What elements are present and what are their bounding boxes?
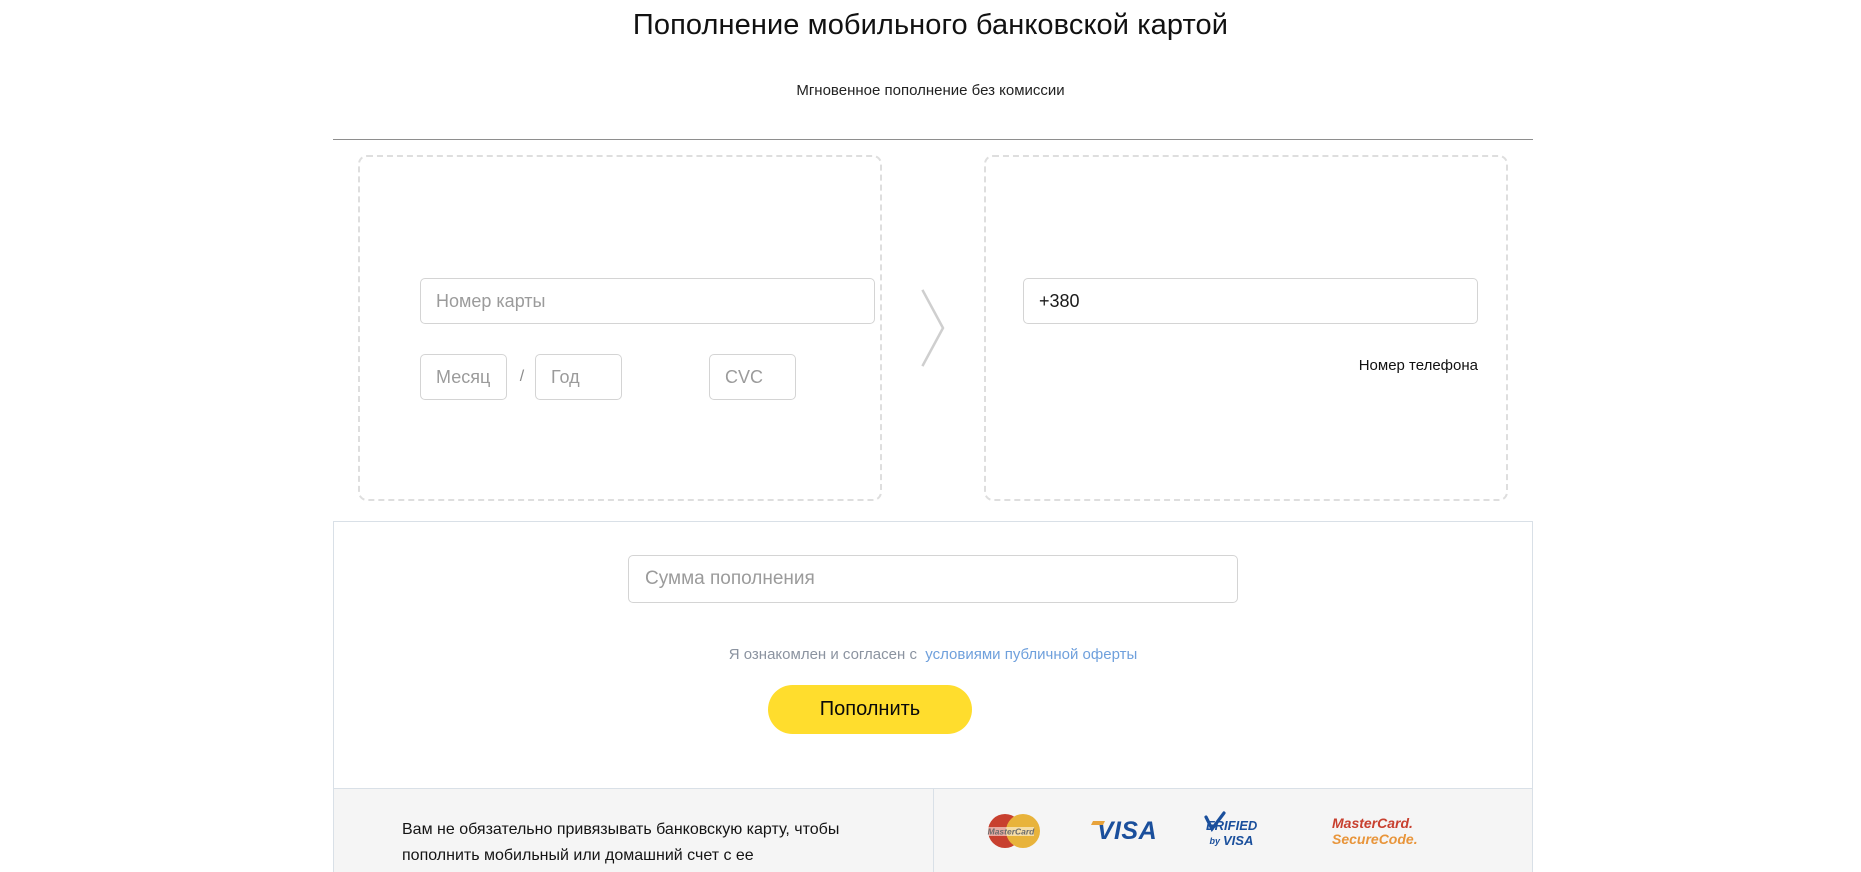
expiry-separator: /	[519, 368, 525, 385]
svg-text:MasterCard: MasterCard	[988, 827, 1036, 837]
footer-note-text: Вам не обязательно привязывать банковску…	[402, 821, 840, 864]
mastercard-logo: MasterCard	[980, 811, 1046, 851]
phone-number-input[interactable]	[1023, 278, 1478, 324]
verified-by-visa-logo: ERIFIED by VISA	[1198, 811, 1298, 851]
phone-field-caption: Номер телефона	[1358, 357, 1478, 374]
page-subtitle: Мгновенное пополнение без комиссии	[796, 82, 1065, 99]
payment-logos: MasterCard VISA ERIFIED by VISA MasterCa…	[935, 789, 1532, 872]
card-number-input[interactable]	[420, 278, 875, 324]
card-details-panel: /	[358, 155, 882, 501]
public-offer-link[interactable]: условиями публичной оферты	[925, 646, 1137, 663]
payment-page: Пополнение мобильного банковской картой …	[0, 0, 1861, 872]
card-expiry-year-input[interactable]	[535, 354, 622, 400]
header-divider	[333, 139, 1533, 140]
phone-panel: Номер телефона	[984, 155, 1508, 501]
footer-note: Вам не обязательно привязывать банковску…	[334, 789, 934, 872]
svg-text:VISA: VISA	[1097, 817, 1157, 845]
svg-text:by: by	[1209, 836, 1220, 846]
chevron-right-icon	[909, 283, 957, 373]
svg-text:SecureCode.: SecureCode.	[1332, 831, 1418, 847]
visa-logo: VISA	[1083, 811, 1171, 851]
svg-text:ERIFIED: ERIFIED	[1206, 818, 1258, 833]
amount-input[interactable]	[628, 555, 1238, 603]
mastercard-securecode-logo: MasterCard. SecureCode.	[1330, 811, 1440, 851]
entry-panels: / Номер телефона	[333, 155, 1533, 503]
footer-strip: Вам не обязательно привязывать банковску…	[334, 788, 1532, 872]
card-expiry-month-input[interactable]	[420, 354, 507, 400]
svg-text:VISA: VISA	[1223, 833, 1253, 848]
payment-card: Я ознакомлен и согласен с условиями публ…	[333, 521, 1533, 872]
page-title: Пополнение мобильного банковской картой	[632, 9, 1229, 41]
offer-agreement-text: Я ознакомлен и согласен с	[728, 646, 917, 663]
svg-text:MasterCard.: MasterCard.	[1332, 815, 1413, 831]
amount-section: Я ознакомлен и согласен с условиями публ…	[334, 522, 1532, 788]
card-cvc-input[interactable]	[709, 354, 796, 400]
topup-submit-button[interactable]: Пополнить	[768, 685, 972, 734]
offer-agreement: Я ознакомлен и согласен с условиями публ…	[334, 644, 1532, 666]
